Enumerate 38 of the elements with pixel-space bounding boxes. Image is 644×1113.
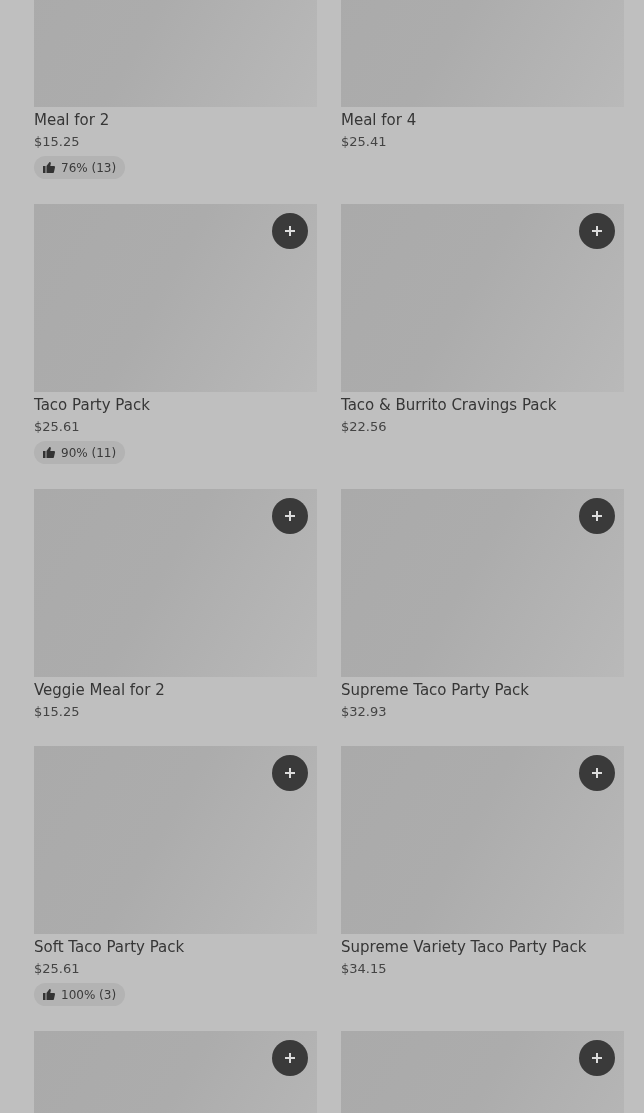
plus-icon — [284, 767, 296, 779]
item-price: $25.61 — [34, 418, 81, 436]
item-price: $15.25 — [34, 133, 81, 151]
thumbs-up-icon — [43, 162, 55, 173]
item-price: $32.93 — [341, 703, 388, 721]
item-name: Meal for 4 — [341, 110, 418, 130]
plus-icon — [591, 225, 603, 237]
thumbs-up-icon — [43, 989, 55, 1000]
rating-text: 76% (13) — [61, 160, 117, 175]
thumbs-up-icon — [43, 447, 55, 458]
item-price: $34.15 — [341, 960, 388, 978]
add-button[interactable] — [579, 1040, 615, 1076]
plus-icon — [591, 1052, 603, 1064]
item-name: Taco & Burrito Cravings Pack — [341, 395, 558, 415]
add-button[interactable] — [579, 498, 615, 534]
item-price: $15.25 — [34, 703, 81, 721]
add-button[interactable] — [579, 755, 615, 791]
plus-icon — [284, 510, 296, 522]
add-button[interactable] — [272, 498, 308, 534]
rating-text: 90% (11) — [61, 445, 117, 460]
item-name: Taco Party Pack — [34, 395, 151, 415]
item-name: Supreme Taco Party Pack — [341, 680, 531, 700]
item-name: Veggie Meal for 2 — [34, 680, 166, 700]
item-name: Meal for 2 — [34, 110, 111, 130]
plus-icon — [284, 225, 296, 237]
add-button[interactable] — [272, 755, 308, 791]
plus-icon — [591, 767, 603, 779]
item-price: $22.56 — [341, 418, 388, 436]
item-price: $25.41 — [341, 133, 388, 151]
add-button[interactable] — [579, 213, 615, 249]
item-name: Supreme Variety Taco Party Pack — [341, 937, 588, 957]
item-price: $25.61 — [34, 960, 81, 978]
item-name: Soft Taco Party Pack — [34, 937, 186, 957]
add-button[interactable] — [272, 1040, 308, 1076]
plus-icon — [284, 1052, 296, 1064]
add-button[interactable] — [272, 213, 308, 249]
plus-icon — [591, 510, 603, 522]
rating-text: 100% (3) — [61, 987, 117, 1002]
